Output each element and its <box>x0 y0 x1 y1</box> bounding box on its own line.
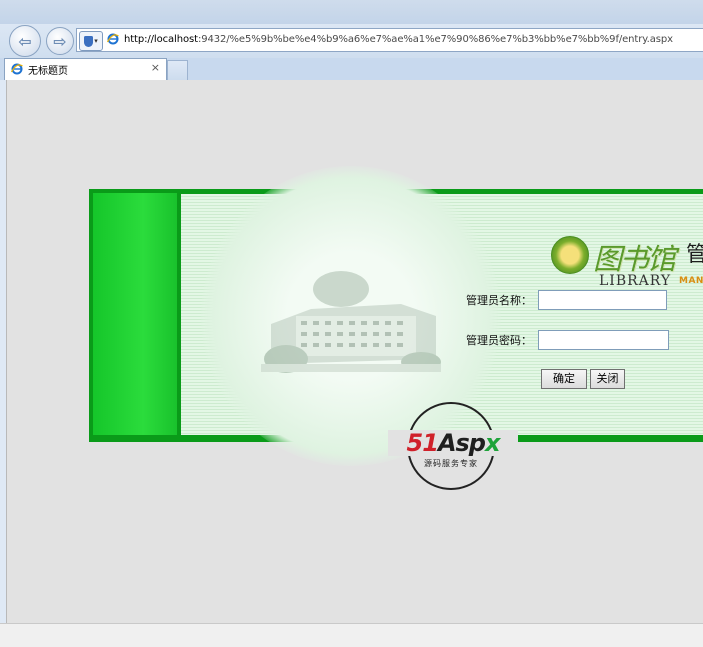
library-emblem-icon <box>551 236 589 274</box>
watermark-x: x <box>484 429 501 457</box>
banner-side-panel <box>93 193 177 435</box>
51aspx-watermark: 51Aspx 源码服务专家 <box>388 402 518 494</box>
url-host: http://localhost <box>124 34 198 45</box>
navigation-bar: ⇦ ⇨ ▾ http://localhost:9432/%e5%9b%be%e4… <box>0 24 703 58</box>
shield-icon <box>84 35 94 47</box>
address-url[interactable]: http://localhost:9432/%e5%9b%be%e4%b9%a6… <box>124 29 673 51</box>
close-tab-icon[interactable]: × <box>151 61 160 74</box>
admin-name-input[interactable] <box>538 290 667 310</box>
status-bar <box>0 623 703 647</box>
new-tab-button[interactable] <box>167 60 188 80</box>
admin-name-label: 管理员名称： <box>466 294 532 307</box>
watermark-51: 51 <box>406 429 439 457</box>
tab-strip: 无标题页 × <box>0 58 703 80</box>
watermark-tagline: 源码服务专家 <box>424 459 478 468</box>
library-building-image <box>261 271 441 373</box>
forward-button[interactable]: ⇨ <box>46 27 74 55</box>
address-bar[interactable]: ▾ http://localhost:9432/%e5%9b%be%e4%b9%… <box>76 28 703 52</box>
window-titlebar <box>0 0 703 25</box>
back-arrow-icon: ⇦ <box>18 31 32 51</box>
page-viewport: 图书馆 管理系统 LIBRARY MANAGE SYSTEM 管理员名称： 管理… <box>6 80 703 623</box>
watermark-asp: Asp <box>437 429 486 457</box>
chevron-down-icon: ▾ <box>94 37 98 45</box>
tab-title: 无标题页 <box>28 66 68 77</box>
confirm-button[interactable]: 确定 <box>541 369 587 389</box>
admin-password-label: 管理员密码： <box>466 334 532 347</box>
admin-password-input[interactable] <box>538 330 669 350</box>
compatibility-shield-button[interactable]: ▾ <box>79 31 103 51</box>
logo-calligraphy: 图书馆 <box>593 242 676 276</box>
logo-library-text: LIBRARY <box>599 273 672 289</box>
logo-title: 管理系统 <box>686 238 703 268</box>
forward-arrow-icon: ⇨ <box>53 31 67 51</box>
url-path: :9432/%e5%9b%be%e4%b9%a6%e7%ae%a1%e7%90%… <box>197 34 673 45</box>
close-button[interactable]: 关闭 <box>590 369 625 389</box>
tab-current[interactable]: 无标题页 × <box>4 58 167 80</box>
logo-manage-system-text: MANAGE SYSTEM <box>679 276 703 286</box>
banner-main-panel: 图书馆 管理系统 LIBRARY MANAGE SYSTEM <box>181 166 703 466</box>
ie-tab-icon <box>11 63 23 75</box>
back-button[interactable]: ⇦ <box>9 25 41 57</box>
ie-page-icon <box>107 33 119 45</box>
watermark-brand: 51Aspx <box>388 430 518 456</box>
